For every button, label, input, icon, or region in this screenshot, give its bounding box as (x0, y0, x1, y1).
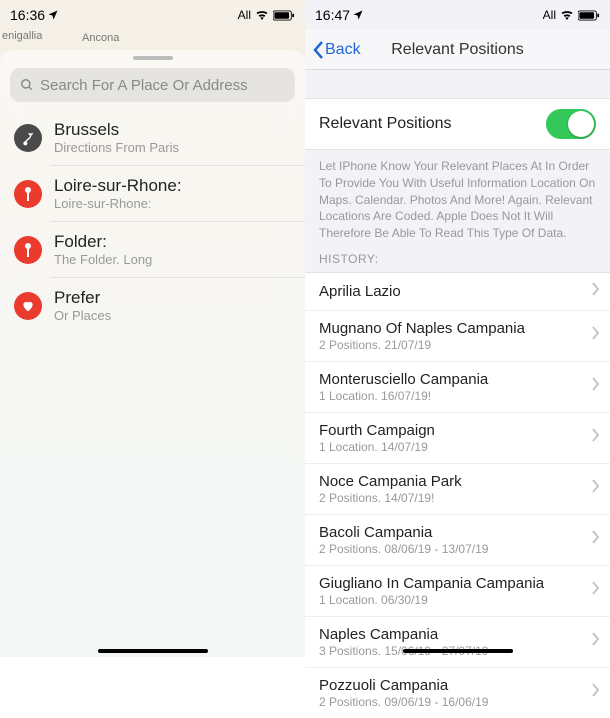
list-item[interactable]: Folder: The Folder. Long (0, 222, 305, 277)
list-item-title: Prefer (54, 288, 111, 308)
chevron-right-icon (592, 581, 600, 600)
history-row[interactable]: Noce Campania Park2 Positions. 14/07/19! (305, 464, 610, 515)
chevron-right-icon (592, 479, 600, 498)
chevron-right-icon (592, 683, 600, 702)
list-item-subtitle: Directions From Paris (54, 140, 179, 155)
chevron-right-icon (592, 428, 600, 447)
history-title: Pozzuoli Campania (319, 677, 488, 694)
status-carrier: All (238, 8, 251, 22)
history-title: Bacoli Campania (319, 524, 488, 541)
history-row[interactable]: Monterusciello Campania1 Location. 16/07… (305, 362, 610, 413)
history-title: Mugnano Of Naples Campania (319, 320, 525, 337)
chevron-right-icon (592, 530, 600, 549)
relevant-positions-switch[interactable] (546, 109, 596, 139)
search-input[interactable]: Search For A Place Or Address (10, 68, 295, 102)
history-title: Aprilia Lazio (319, 283, 401, 300)
battery-icon (273, 10, 295, 21)
history-row[interactable]: Pozzuoli Campania2 Positions. 09/06/19 -… (305, 668, 610, 718)
status-bar: 16:36 All (0, 0, 305, 30)
history-subtitle: 2 Positions. 21/07/19 (319, 338, 525, 352)
history-subtitle: 2 Positions. 08/06/19 - 13/07/19 (319, 542, 488, 556)
list-item[interactable]: Loire-sur-Rhone: Loire-sur-Rhone: (0, 166, 305, 221)
status-carrier: All (543, 8, 556, 22)
list-item-subtitle: The Folder. Long (54, 252, 152, 267)
list-item-subtitle: Loire-sur-Rhone: (54, 196, 182, 211)
location-icon (352, 9, 364, 21)
wifi-icon (560, 10, 574, 20)
history-subtitle: 2 Positions. 14/07/19! (319, 491, 462, 505)
home-indicator[interactable] (403, 649, 513, 653)
settings-pane: 16:47 All Back Relevant Positions Releva… (305, 0, 610, 657)
history-title: Naples Campania (319, 626, 488, 643)
history-row[interactable]: Naples Campania3 Positions. 15/06/19 - 2… (305, 617, 610, 668)
history-header: HISTORY: (305, 248, 610, 272)
list-item-title: Brussels (54, 120, 179, 140)
status-time: 16:36 (10, 7, 45, 23)
list-item[interactable]: Prefer Or Places (0, 278, 305, 333)
list-item-title: Loire-sur-Rhone: (54, 176, 182, 196)
history-subtitle: 2 Positions. 09/06/19 - 16/06/19 (319, 695, 488, 709)
back-label: Back (325, 41, 361, 59)
history-row[interactable]: Mugnano Of Naples Campania2 Positions. 2… (305, 311, 610, 362)
map-city-label: enigallia (2, 30, 42, 42)
nav-bar: Back Relevant Positions (305, 30, 610, 70)
location-icon (47, 9, 59, 21)
sheet-grabber[interactable] (133, 56, 173, 60)
home-indicator[interactable] (98, 649, 208, 653)
heart-icon (14, 292, 42, 320)
status-time: 16:47 (315, 7, 350, 23)
wifi-icon (255, 10, 269, 20)
history-row[interactable]: Aprilia Lazio (305, 273, 610, 311)
chevron-right-icon (592, 632, 600, 651)
toggle-label: Relevant Positions (319, 115, 452, 133)
chevron-left-icon (311, 40, 325, 60)
history-title: Noce Campania Park (319, 473, 462, 490)
list-item[interactable]: Brussels Directions From Paris (0, 110, 305, 165)
chevron-right-icon (592, 326, 600, 345)
search-placeholder: Search For A Place Or Address (40, 77, 248, 94)
battery-icon (578, 10, 600, 21)
history-subtitle: 1 Location. 16/07/19! (319, 389, 488, 403)
history-title: Fourth Campaign (319, 422, 435, 439)
history-title: Monterusciello Campania (319, 371, 488, 388)
status-bar: 16:47 All (305, 0, 610, 30)
map-city-label: Ancona (82, 32, 119, 44)
route-icon (14, 124, 42, 152)
pin-icon (14, 236, 42, 264)
maps-pane: 16:36 All enigallia Ancona Search For A … (0, 0, 305, 657)
history-subtitle: 1 Location. 14/07/19 (319, 440, 435, 454)
search-icon (20, 78, 34, 92)
section-description: Let IPhone Know Your Relevant Places At … (305, 150, 610, 248)
search-sheet: Search For A Place Or Address Brussels D… (0, 50, 305, 657)
chevron-right-icon (592, 377, 600, 396)
list-item-subtitle: Or Places (54, 308, 111, 323)
history-row[interactable]: Fourth Campaign1 Location. 14/07/19 (305, 413, 610, 464)
history-title: Giugliano In Campania Campania (319, 575, 544, 592)
chevron-right-icon (592, 282, 600, 301)
back-button[interactable]: Back (305, 40, 361, 60)
history-subtitle: 1 Location. 06/30/19 (319, 593, 544, 607)
pin-icon (14, 180, 42, 208)
history-row[interactable]: Bacoli Campania2 Positions. 08/06/19 - 1… (305, 515, 610, 566)
history-row[interactable]: Giugliano In Campania Campania1 Location… (305, 566, 610, 617)
relevant-positions-row: Relevant Positions (305, 98, 610, 150)
list-item-title: Folder: (54, 232, 152, 252)
